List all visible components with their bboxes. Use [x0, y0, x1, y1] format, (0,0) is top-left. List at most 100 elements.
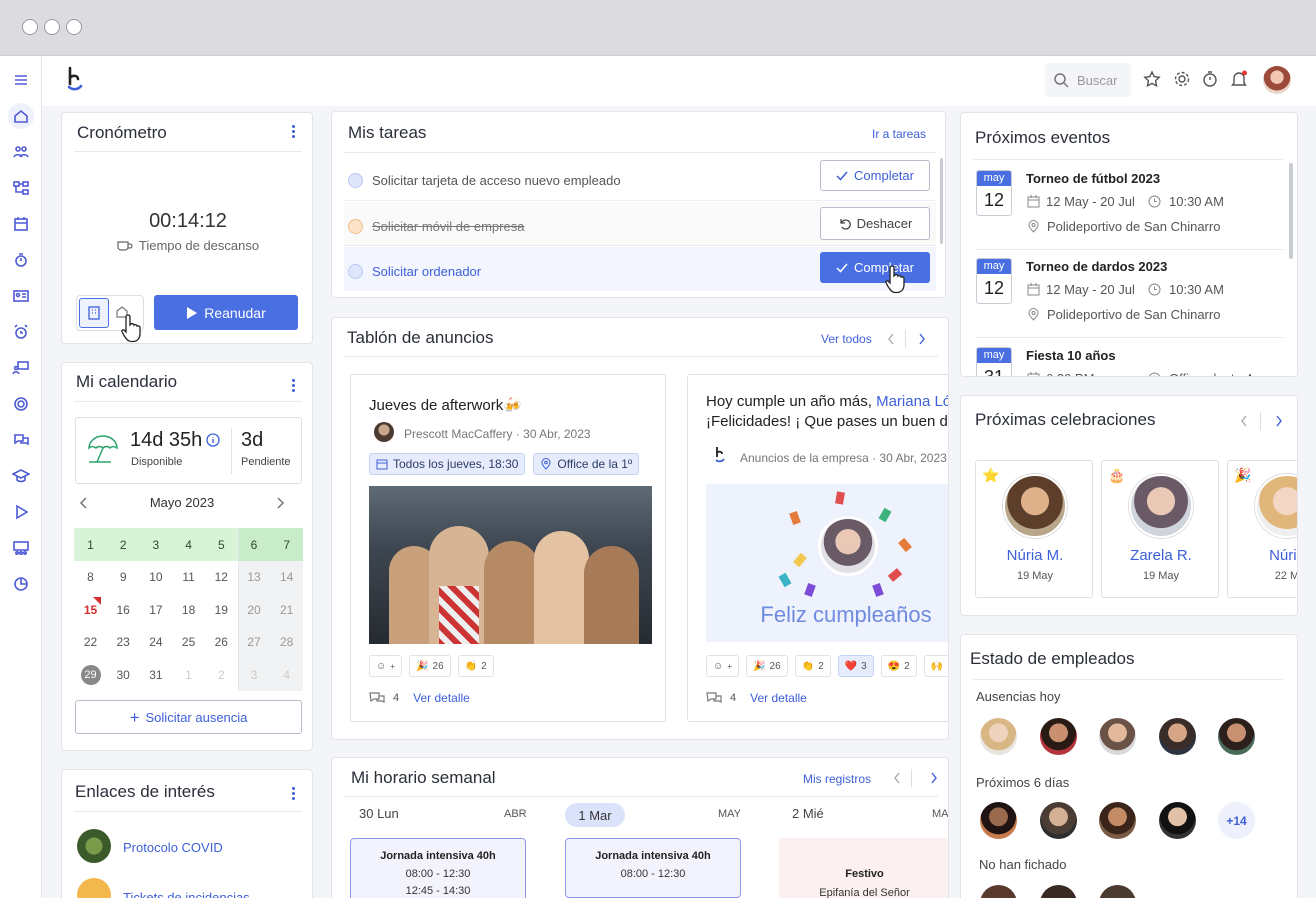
tasks-scrollbar[interactable] [940, 158, 943, 244]
calendar-day[interactable]: 15 [74, 593, 107, 626]
window-close-dot[interactable] [22, 19, 38, 35]
calendar-day[interactable]: 18 [172, 593, 205, 626]
next-announcement-icon[interactable] [918, 333, 926, 345]
calendar-day[interactable]: 2 [106, 528, 140, 561]
reaction-clap[interactable]: 👏 2 [794, 655, 831, 677]
employee-avatar[interactable] [1040, 885, 1077, 898]
calendar-day[interactable]: 12 [205, 561, 238, 594]
go-to-tasks-link[interactable]: Ir a tareas [872, 127, 926, 141]
next-celebration-icon[interactable] [1275, 415, 1283, 427]
graduation-icon[interactable] [8, 463, 34, 489]
timer-menu-icon[interactable] [292, 125, 296, 139]
search-input[interactable]: Buscar [1045, 63, 1131, 97]
reaction-raised-hands[interactable]: 🙌 [923, 655, 948, 677]
reaction-clap[interactable]: 👏 2 [457, 655, 494, 677]
celebration-card[interactable]: ⭐ Núria M. 19 May [975, 460, 1093, 598]
event-item[interactable]: may 31 Fiesta 10 años 6:30 PM Office planta … [976, 347, 1284, 376]
announcement-card[interactable]: Hoy cumple un año más, Mariana Ló ¡Felic… [687, 374, 948, 722]
announcement-card[interactable]: Jueves de afterwork🍻 Prescott MacCaffery… [350, 374, 666, 722]
reaction-party[interactable]: 🎉 26 [746, 655, 788, 677]
calendar-day[interactable]: 1 [74, 528, 107, 561]
link-tickets[interactable]: Tickets de incidencias [123, 890, 250, 898]
see-detail-link[interactable]: Ver detalle [750, 691, 807, 705]
calendar-day[interactable]: 19 [205, 593, 238, 626]
events-scrollbar[interactable] [1289, 163, 1293, 259]
event-item[interactable]: may 12 Torneo de dardos 2023 12 May - 20 Ju… [976, 258, 1284, 338]
calendar-day[interactable]: 29 [74, 658, 107, 691]
next-month-icon[interactable] [276, 496, 286, 510]
calendar-day[interactable]: 24 [139, 626, 172, 659]
employee-avatar[interactable] [980, 802, 1017, 839]
calendar-day[interactable]: 5 [204, 528, 238, 561]
employee-avatar[interactable] [1159, 802, 1196, 839]
office-mode-button[interactable] [79, 298, 109, 328]
window-minimize-dot[interactable] [44, 19, 60, 35]
employee-avatar[interactable] [1099, 802, 1136, 839]
calendar-day[interactable]: 4 [172, 528, 206, 561]
bell-icon[interactable] [1229, 69, 1249, 89]
calendar-day[interactable]: 6 [237, 528, 271, 561]
org-chart-icon[interactable] [8, 175, 34, 201]
calendar-day[interactable]: 9 [107, 561, 140, 594]
see-all-link[interactable]: Ver todos [821, 332, 872, 346]
complete-task-button[interactable]: Completar [820, 252, 930, 283]
calendar-day[interactable]: 23 [107, 626, 140, 659]
task-status-icon[interactable] [348, 264, 363, 279]
celebration-card[interactable]: 🎂 Zarela R. 19 May [1101, 460, 1219, 598]
menu-icon[interactable] [8, 67, 34, 93]
people-icon[interactable] [8, 139, 34, 165]
reaction-love-face[interactable]: 😍 2 [880, 655, 917, 677]
play-icon[interactable] [8, 499, 34, 525]
reaction-party[interactable]: 🎉 26 [409, 655, 451, 677]
reaction-heart[interactable]: ❤️ 3 [837, 655, 874, 677]
calendar-day[interactable]: 21 [270, 593, 304, 626]
calendar-day[interactable]: 27 [237, 625, 271, 659]
gear-icon[interactable] [1173, 70, 1191, 88]
calendar-day[interactable]: 4 [270, 658, 304, 691]
event-item[interactable]: may 12 Torneo de fútbol 2023 12 May - 20 Ju… [976, 170, 1284, 250]
timer-icon[interactable] [1201, 70, 1219, 88]
add-reaction-button[interactable]: ☺ + [369, 655, 403, 677]
calendar-icon[interactable] [8, 211, 34, 237]
employee-avatar[interactable] [1099, 885, 1136, 898]
prev-announcement-icon[interactable] [887, 333, 895, 345]
employee-avatar[interactable] [980, 885, 1017, 898]
next-week-icon[interactable] [930, 772, 938, 784]
employee-avatar[interactable] [980, 718, 1017, 755]
star-icon[interactable] [1143, 70, 1161, 88]
prev-week-icon[interactable] [893, 772, 901, 784]
target-icon[interactable] [8, 391, 34, 417]
request-absence-button[interactable]: + Solicitar ausencia [75, 700, 302, 734]
add-reaction-button[interactable]: ☺ + [706, 655, 740, 677]
calendar-day[interactable]: 28 [270, 625, 304, 659]
link-covid-protocol[interactable]: Protocolo COVID [123, 840, 223, 855]
task-status-icon[interactable] [348, 219, 363, 234]
calendar-day[interactable]: 13 [237, 560, 271, 594]
see-detail-link[interactable]: Ver detalle [413, 691, 470, 705]
calendar-menu-icon[interactable] [292, 379, 296, 393]
home-icon[interactable] [8, 103, 34, 129]
links-menu-icon[interactable] [292, 787, 296, 801]
stopwatch-icon[interactable] [8, 247, 34, 273]
calendar-day[interactable]: 20 [237, 593, 271, 626]
id-card-icon[interactable] [8, 283, 34, 309]
calendar-day[interactable]: 3 [237, 658, 271, 691]
shift-block[interactable]: Jornada intensiva 40h 08:00 - 12:30 [565, 838, 741, 898]
calendar-day[interactable]: 25 [172, 626, 205, 659]
team-board-icon[interactable] [8, 535, 34, 561]
employee-avatar[interactable] [1040, 802, 1077, 839]
calendar-day[interactable]: 30 [107, 658, 140, 691]
prev-celebration-icon[interactable] [1240, 415, 1248, 427]
calendar-day[interactable]: 31 [139, 658, 172, 691]
more-employees-badge[interactable]: +14 [1218, 802, 1255, 839]
calendar-day[interactable]: 1 [172, 658, 205, 691]
calendar-day[interactable]: 22 [74, 626, 107, 659]
user-avatar[interactable] [1263, 66, 1291, 94]
employee-avatar[interactable] [1218, 718, 1255, 755]
calendar-day[interactable]: 7 [270, 528, 304, 561]
post-title-name[interactable]: Mariana Ló [876, 393, 948, 410]
employee-avatar[interactable] [1099, 718, 1136, 755]
calendar-day[interactable]: 3 [139, 528, 173, 561]
shift-block[interactable]: Jornada intensiva 40h 08:00 - 12:30 12:4… [350, 838, 526, 898]
my-records-link[interactable]: Mis registros [803, 772, 871, 786]
